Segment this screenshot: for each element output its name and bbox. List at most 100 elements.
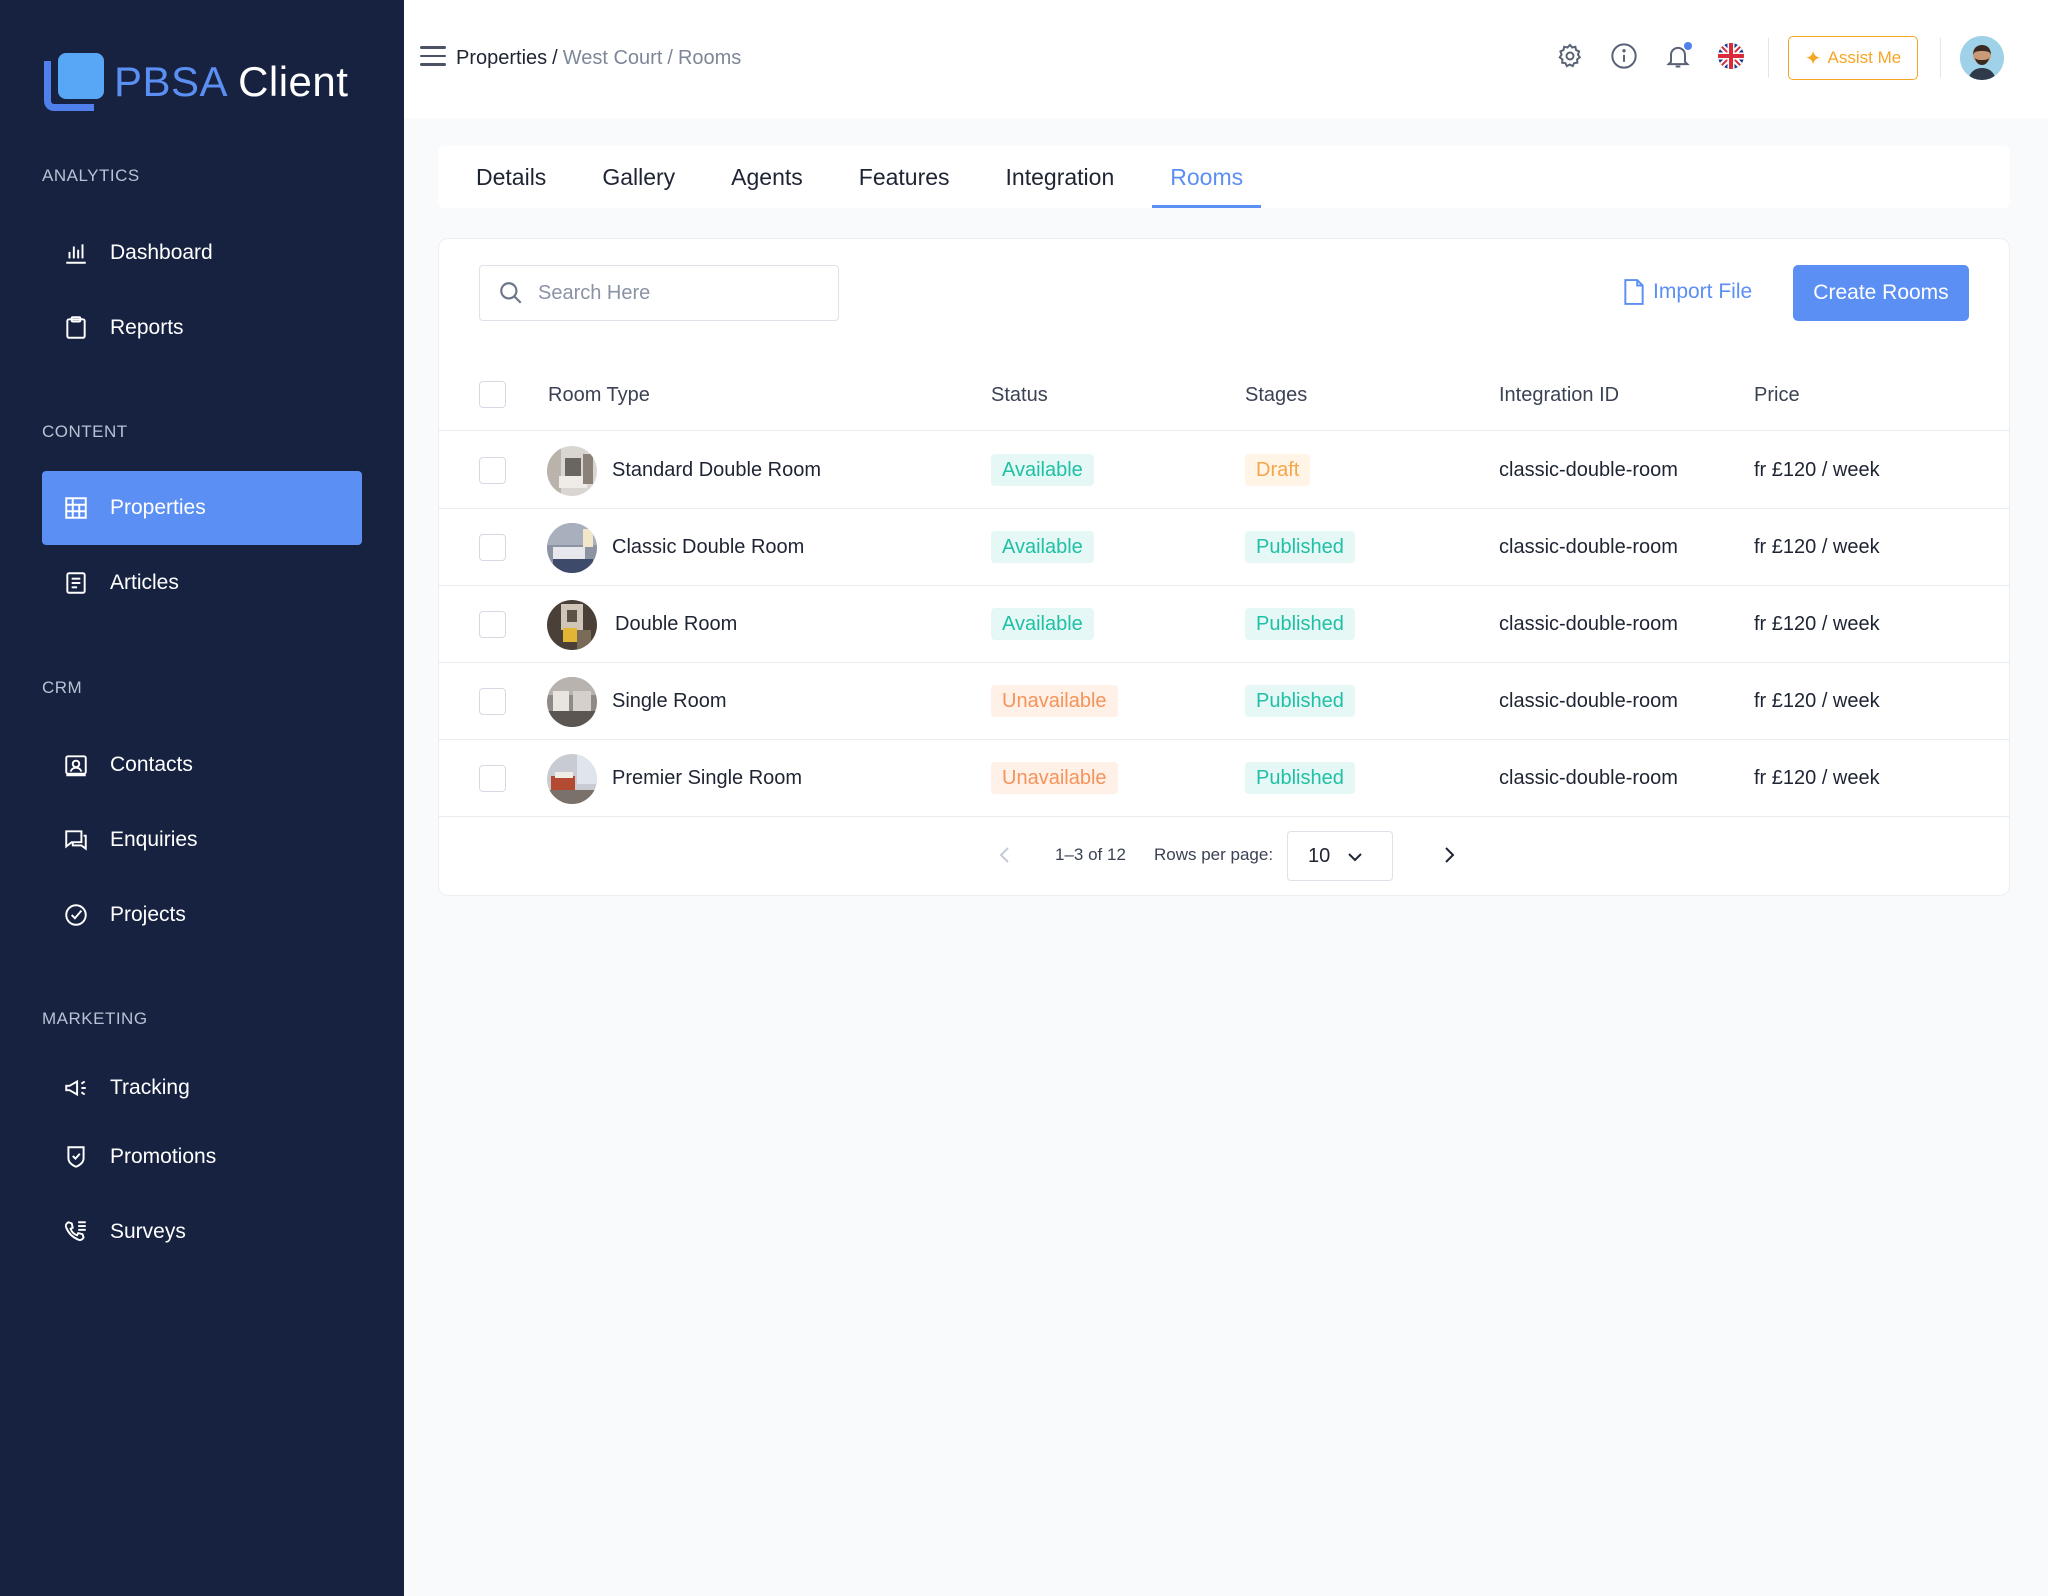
stage-badge: Published	[1245, 608, 1355, 640]
tab-rooms[interactable]: Rooms	[1152, 146, 1261, 208]
sidebar-item-tracking[interactable]: Tracking	[42, 1051, 362, 1125]
row-checkbox[interactable]	[479, 611, 506, 638]
file-icon	[1624, 279, 1644, 305]
sidebar-item-projects[interactable]: Projects	[42, 878, 362, 952]
status-badge: Unavailable	[991, 685, 1118, 717]
stage-badge: Draft	[1245, 454, 1311, 486]
divider	[1940, 38, 1941, 78]
column-price[interactable]: Price	[1754, 384, 1800, 407]
column-status[interactable]: Status	[991, 384, 1048, 407]
integration-id: classic-double-room	[1499, 536, 1678, 558]
import-file-button[interactable]: Import File	[1623, 279, 1752, 305]
sidebar-item-reports[interactable]: Reports	[42, 291, 362, 365]
bar-chart-icon	[62, 239, 90, 267]
sidebar-item-label: Surveys	[110, 1220, 186, 1243]
phone-list-icon	[62, 1218, 90, 1246]
uk-flag-icon[interactable]	[1715, 40, 1747, 72]
room-thumbnail	[547, 677, 597, 727]
room-name[interactable]: Standard Double Room	[612, 459, 821, 482]
divider	[1768, 38, 1769, 78]
sidebar-item-surveys[interactable]: Surveys	[42, 1195, 362, 1269]
search-input[interactable]	[538, 281, 818, 305]
room-name[interactable]: Premier Single Room	[612, 767, 802, 790]
row-checkbox[interactable]	[479, 765, 506, 792]
room-name[interactable]: Classic Double Room	[612, 536, 804, 559]
column-room-type[interactable]: Room Type	[548, 384, 650, 407]
tab-features[interactable]: Features	[841, 146, 968, 208]
menu-icon[interactable]	[420, 46, 446, 66]
integration-id: classic-double-room	[1499, 767, 1678, 789]
sidebar-item-label: Contacts	[110, 753, 193, 776]
bell-icon[interactable]	[1662, 40, 1694, 72]
notification-dot	[1684, 42, 1692, 50]
sidebar-item-enquiries[interactable]: Enquiries	[42, 803, 362, 877]
stage-badge: Published	[1245, 531, 1355, 563]
table-row[interactable]: Premier Single Room Unavailable Publishe…	[439, 740, 2009, 817]
tab-bar: Details Gallery Agents Features Integrat…	[438, 146, 2010, 208]
chevron-right-icon[interactable]	[1439, 843, 1459, 867]
room-thumbnail	[547, 523, 597, 573]
status-badge: Available	[991, 454, 1094, 486]
column-integration-id[interactable]: Integration ID	[1499, 384, 1619, 407]
status-badge: Available	[991, 531, 1094, 563]
price: fr £120 / week	[1754, 536, 1880, 558]
rows-per-page-label: Rows per page:	[1154, 845, 1274, 864]
sidebar-item-label: Enquiries	[110, 828, 198, 851]
section-analytics: ANALYTICS	[42, 166, 140, 185]
integration-id: classic-double-room	[1499, 459, 1678, 481]
row-checkbox[interactable]	[479, 534, 506, 561]
room-name[interactable]: Single Room	[612, 690, 727, 713]
price: fr £120 / week	[1754, 767, 1880, 789]
sidebar-item-dashboard[interactable]: Dashboard	[42, 216, 362, 290]
breadcrumb-properties[interactable]: Properties	[456, 47, 547, 70]
chat-icon	[62, 826, 90, 854]
integration-id: classic-double-room	[1499, 690, 1678, 712]
breadcrumb-west-court[interactable]: West Court	[563, 47, 663, 70]
chevron-left-icon[interactable]	[995, 843, 1015, 867]
info-icon[interactable]	[1608, 40, 1640, 72]
row-checkbox[interactable]	[479, 688, 506, 715]
tab-agents[interactable]: Agents	[713, 146, 821, 208]
table-row[interactable]: Standard Double Room Available Draft cla…	[439, 432, 2009, 509]
assist-me-label: Assist Me	[1827, 48, 1902, 67]
table-row[interactable]: Single Room Unavailable Published classi…	[439, 663, 2009, 740]
sidebar-item-label: Articles	[110, 571, 179, 594]
sidebar-item-properties[interactable]: Properties	[42, 471, 362, 545]
section-content: CONTENT	[42, 422, 128, 441]
sidebar-item-promotions[interactable]: Promotions	[42, 1120, 362, 1194]
assist-me-button[interactable]: ✦ Assist Me	[1788, 36, 1918, 80]
room-thumbnail	[547, 600, 597, 650]
brand-logo[interactable]: PBSA Client	[42, 50, 348, 114]
shield-check-icon	[62, 1143, 90, 1171]
sidebar-item-label: Projects	[110, 903, 186, 926]
tab-details[interactable]: Details	[458, 146, 564, 208]
brand-name: PBSA Client	[114, 58, 349, 105]
integration-id: classic-double-room	[1499, 613, 1678, 635]
import-file-label: Import File	[1653, 280, 1753, 303]
rows-per-page-value: 10	[1308, 844, 1331, 867]
sidebar-item-contacts[interactable]: Contacts	[42, 728, 362, 802]
rows-per-page-select[interactable]: 10	[1287, 831, 1393, 881]
select-all-checkbox[interactable]	[479, 381, 506, 408]
gear-icon[interactable]	[1554, 40, 1586, 72]
table-row[interactable]: Classic Double Room Available Published …	[439, 509, 2009, 586]
sidebar-item-label: Reports	[110, 316, 184, 339]
table-row[interactable]: Double Room Available Published classic-…	[439, 586, 2009, 663]
create-rooms-button[interactable]: Create Rooms	[1793, 265, 1969, 321]
room-name[interactable]: Double Room	[615, 613, 737, 636]
stage-badge: Published	[1245, 685, 1355, 717]
page-range: 1–3 of 12	[1055, 845, 1126, 864]
search-box[interactable]	[479, 265, 839, 321]
sidebar-item-articles[interactable]: Articles	[42, 546, 362, 620]
avatar[interactable]	[1960, 36, 2004, 80]
column-stages[interactable]: Stages	[1245, 384, 1307, 407]
status-badge: Available	[991, 608, 1094, 640]
tab-integration[interactable]: Integration	[988, 146, 1133, 208]
sidebar: PBSA Client ANALYTICS Dashboard Reports C…	[0, 0, 404, 1596]
sidebar-item-label: Tracking	[110, 1076, 190, 1099]
room-thumbnail	[547, 754, 597, 804]
sparkle-icon: ✦	[1804, 47, 1822, 70]
row-checkbox[interactable]	[479, 457, 506, 484]
tab-gallery[interactable]: Gallery	[584, 146, 693, 208]
clipboard-icon	[62, 314, 90, 342]
